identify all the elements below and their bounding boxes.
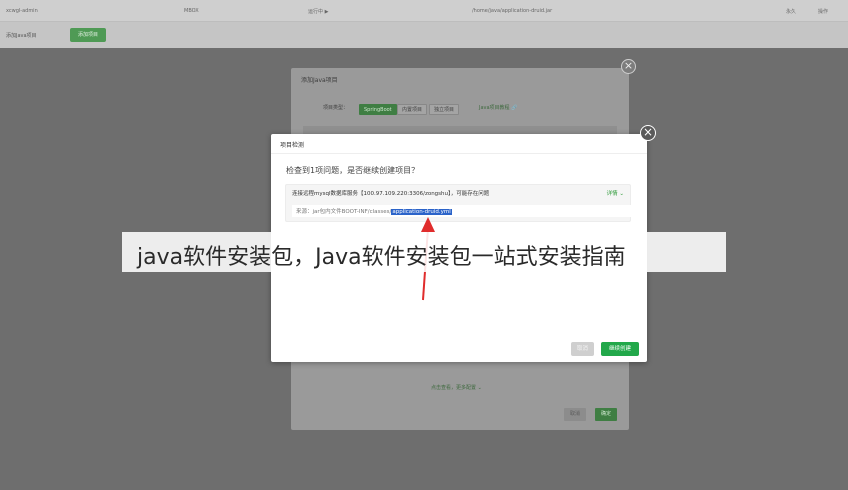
issue-detail-toggle[interactable]: 详情 ⌄ bbox=[607, 189, 624, 197]
app-top-ops: 操作 bbox=[818, 9, 829, 15]
app-top-expire: 永久 bbox=[786, 9, 797, 15]
type-springboot[interactable]: SpringBoot bbox=[359, 104, 397, 115]
app-top-path: /home/java/application-druid.jar bbox=[472, 8, 553, 14]
add-project-button[interactable]: 添加项目 bbox=[70, 28, 106, 42]
issue-text: 连接远程mysql数据库服务【100.97.109.220:3306/zongs… bbox=[292, 191, 490, 197]
issue-source-file: application-druid.yml bbox=[391, 209, 452, 215]
cancel-button[interactable]: 取消 bbox=[571, 342, 594, 356]
toolbar-label: 添加Java项目 bbox=[6, 33, 37, 39]
back-ok-button[interactable]: 确定 bbox=[595, 408, 617, 421]
dialog-header: 项目检测 bbox=[271, 134, 647, 154]
add-project-title: 添加Java项目 bbox=[301, 77, 338, 84]
caption-banner: java软件安装包，Java软件安装包一站式安装指南 bbox=[122, 232, 726, 272]
screen: xcwgl-admin MBOX 运行中 ▶ /home/java/applic… bbox=[0, 0, 848, 490]
type-builtin[interactable]: 内置项目 bbox=[397, 104, 428, 115]
back-cancel-button[interactable]: 取消 bbox=[564, 408, 586, 421]
issue-item: 连接远程mysql数据库服务【100.97.109.220:3306/zongs… bbox=[285, 184, 632, 222]
project-type-row: 项目类型： SpringBoot 内置项目 独立项目 Java项目教程 🔗 bbox=[303, 102, 603, 115]
java-tutorial-link[interactable]: Java项目教程 🔗 bbox=[479, 104, 517, 111]
app-top-db: MBOX bbox=[184, 8, 199, 14]
issue-source-prefix: 来源：jar包内文件BOOT-INF/classes/ bbox=[296, 209, 392, 215]
close-icon[interactable]: × bbox=[621, 59, 636, 74]
caption-text: java软件安装包，Java软件安装包一站式安装指南 bbox=[137, 245, 626, 270]
issue-source: 来源：jar包内文件BOOT-INF/classes/application-d… bbox=[292, 205, 632, 217]
dialog-title: 项目检测 bbox=[280, 142, 305, 149]
more-config-link[interactable]: 点击查看，更多配置 ⌄ bbox=[431, 384, 482, 391]
check-question: 检查到1项问题，是否继续创建项目？ bbox=[286, 166, 420, 175]
app-top-name: xcwgl-admin bbox=[6, 8, 38, 14]
dialog-close-icon[interactable]: × bbox=[640, 125, 656, 141]
type-standalone[interactable]: 独立项目 bbox=[429, 104, 460, 115]
app-topbar: xcwgl-admin MBOX 运行中 ▶ /home/java/applic… bbox=[0, 0, 848, 22]
app-toolbar: 添加Java项目 添加项目 bbox=[0, 22, 848, 48]
project-type-label: 项目类型： bbox=[323, 105, 349, 111]
continue-create-button[interactable]: 继续创建 bbox=[601, 342, 639, 356]
app-top-status: 运行中 ▶ bbox=[308, 9, 329, 15]
